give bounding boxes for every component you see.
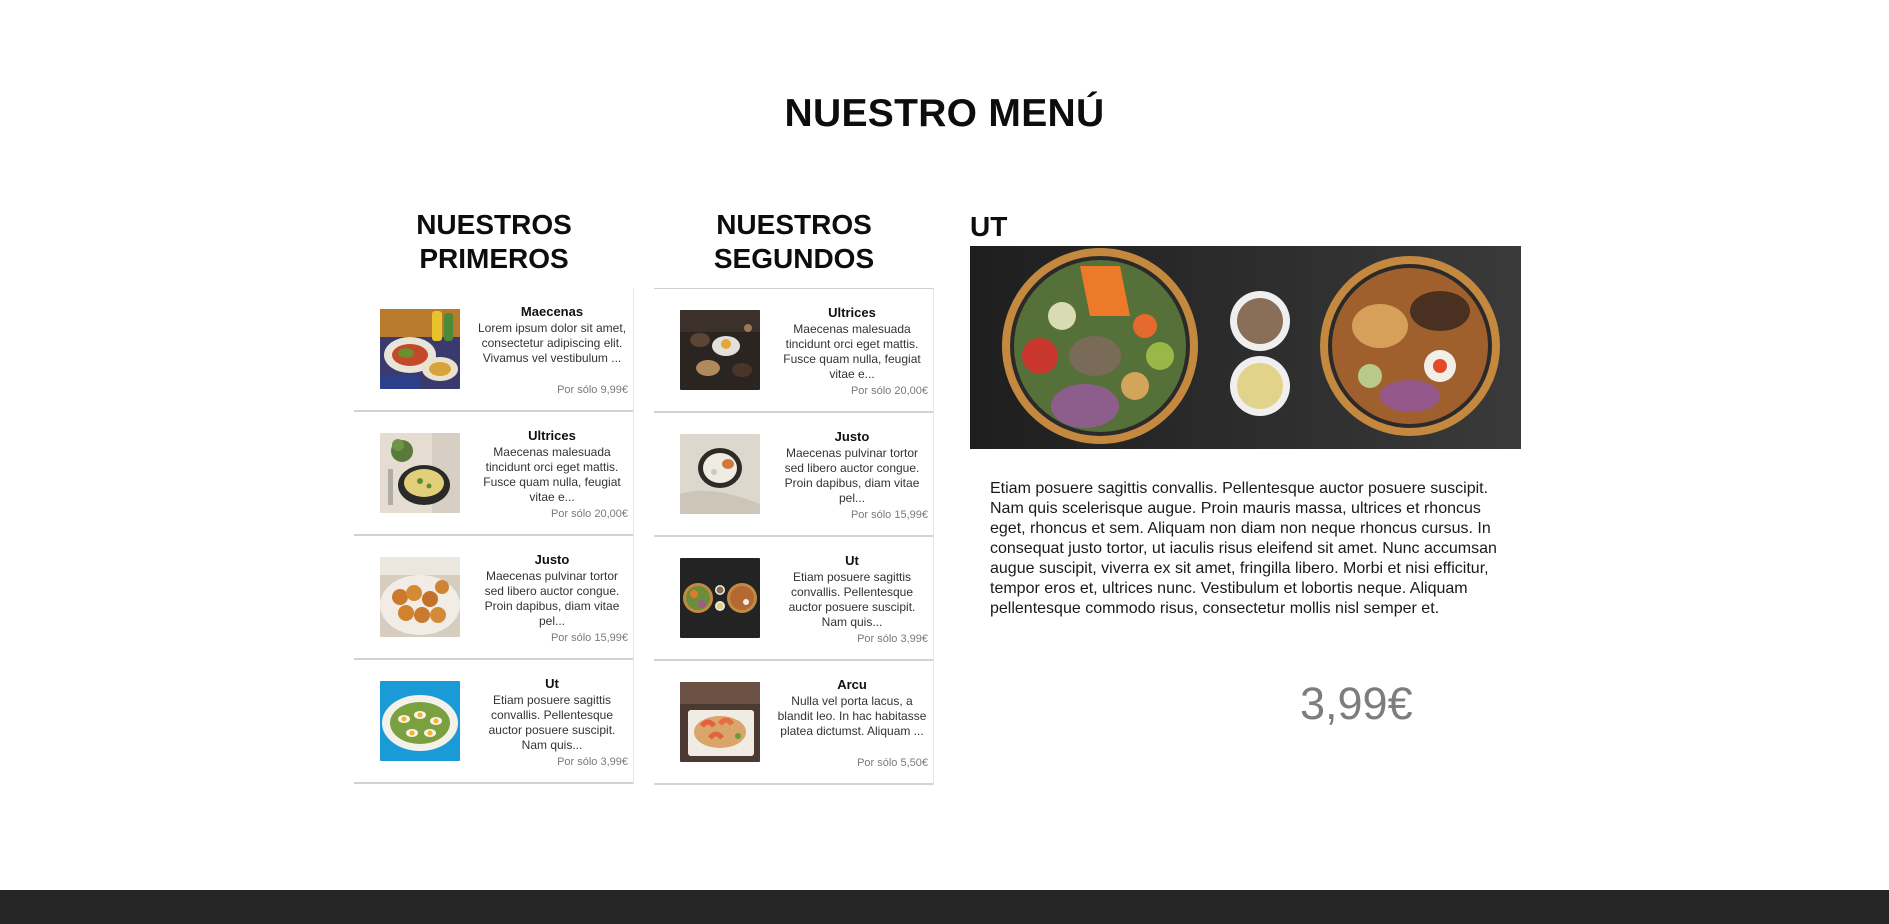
seconds-heading-line2: SEGUNDOS bbox=[713, 243, 875, 274]
soup-bowl-photo bbox=[380, 433, 460, 513]
item-description: Lorem ipsum dolor sit amet, consectetur … bbox=[477, 321, 627, 365]
item-description: Maecenas malesuada tincidunt orci eget m… bbox=[483, 445, 621, 504]
seconds-list: Ultrices Maecenas malesuada tincidunt or… bbox=[654, 288, 934, 785]
menu-item[interactable]: Justo Maecenas pulvinar tortor sed liber… bbox=[354, 536, 633, 660]
seconds-column: NUESTROS SEGUNDOS Ultrices Maecenas male… bbox=[654, 208, 934, 785]
firsts-list: Maecenas Lorem ipsum dolor sit amet, con… bbox=[354, 288, 634, 784]
item-price: Por sólo 5,50€ bbox=[857, 757, 928, 769]
seconds-heading: NUESTROS SEGUNDOS bbox=[654, 208, 934, 288]
item-info: Ultrices Maecenas malesuada tincidunt or… bbox=[776, 304, 928, 382]
mexican-dishes-photo bbox=[380, 309, 460, 389]
item-info: Maecenas Lorem ipsum dolor sit amet, con… bbox=[476, 303, 628, 366]
menu-item[interactable]: Arcu Nulla vel porta lacus, a blandit le… bbox=[654, 661, 933, 785]
item-name: Justo bbox=[534, 552, 570, 567]
item-description: Maecenas malesuada tincidunt orci eget m… bbox=[783, 322, 921, 381]
poke-bowls-photo bbox=[680, 558, 760, 638]
item-info: Ut Etiam posuere sagittis convallis. Pel… bbox=[776, 552, 928, 630]
fried-balls-photo bbox=[380, 557, 460, 637]
seconds-heading-line1: NUESTROS bbox=[716, 209, 872, 240]
detail-price: 3,99€ bbox=[1300, 678, 1413, 729]
menu-item[interactable]: Justo Maecenas pulvinar tortor sed liber… bbox=[654, 413, 933, 537]
page-title: NUESTRO MENÚ bbox=[784, 92, 1105, 135]
item-price: Por sólo 20,00€ bbox=[850, 385, 928, 397]
item-name: Maecenas bbox=[520, 304, 584, 319]
item-name: Ut bbox=[545, 676, 559, 691]
dish-detail: UT Etiam posuere sagittis convallis. Pel… bbox=[970, 208, 1521, 729]
item-price: Por sólo 3,99€ bbox=[857, 633, 928, 645]
firsts-heading-line2: PRIMEROS bbox=[419, 243, 569, 274]
rice-bowl-photo bbox=[680, 434, 760, 514]
menu-item[interactable]: Maecenas Lorem ipsum dolor sit amet, con… bbox=[354, 288, 633, 412]
item-info: Justo Maecenas pulvinar tortor sed liber… bbox=[476, 551, 628, 629]
poke-bowls-large-photo bbox=[970, 246, 1521, 449]
menu-item[interactable]: Ultrices Maecenas malesuada tincidunt or… bbox=[654, 289, 933, 413]
firsts-heading: NUESTROS PRIMEROS bbox=[354, 208, 634, 288]
egg-salad-photo bbox=[380, 681, 460, 761]
item-price: Por sólo 15,99€ bbox=[550, 632, 628, 644]
menu-item[interactable]: Ultrices Maecenas malesuada tincidunt or… bbox=[354, 412, 633, 536]
shrimp-noodles-photo bbox=[680, 682, 760, 762]
firsts-column: NUESTROS PRIMEROS Maecenas Lorem ipsum d… bbox=[354, 208, 634, 784]
item-description: Maecenas pulvinar tortor sed libero auct… bbox=[484, 569, 620, 628]
item-name: Arcu bbox=[837, 677, 867, 692]
footer-bar bbox=[0, 890, 1889, 924]
item-name: Ultrices bbox=[528, 428, 576, 443]
detail-title: UT bbox=[970, 211, 1008, 242]
menu-item[interactable]: Ut Etiam posuere sagittis convallis. Pel… bbox=[654, 537, 933, 661]
item-info: Ut Etiam posuere sagittis convallis. Pel… bbox=[476, 675, 628, 753]
item-price: Por sólo 20,00€ bbox=[550, 508, 628, 520]
item-price: Por sólo 9,99€ bbox=[557, 384, 628, 396]
item-info: Ultrices Maecenas malesuada tincidunt or… bbox=[476, 427, 628, 505]
dark-table-dishes-photo bbox=[680, 310, 760, 390]
item-info: Arcu Nulla vel porta lacus, a blandit le… bbox=[776, 676, 928, 739]
item-description: Maecenas pulvinar tortor sed libero auct… bbox=[784, 446, 920, 505]
item-description: Nulla vel porta lacus, a blandit leo. In… bbox=[777, 694, 927, 738]
detail-description: Etiam posuere sagittis convallis. Pellen… bbox=[990, 480, 1497, 617]
menu-page: NUESTRO MENÚ NUESTROS PRIMEROS Maecenas … bbox=[0, 0, 1889, 924]
item-description: Etiam posuere sagittis convallis. Pellen… bbox=[488, 693, 616, 752]
item-name: Justo bbox=[834, 429, 870, 444]
item-name: Ultrices bbox=[828, 305, 876, 320]
item-info: Justo Maecenas pulvinar tortor sed liber… bbox=[776, 428, 928, 506]
item-price: Por sólo 3,99€ bbox=[557, 756, 628, 768]
item-description: Etiam posuere sagittis convallis. Pellen… bbox=[788, 570, 916, 629]
item-name: Ut bbox=[845, 553, 859, 568]
menu-item[interactable]: Ut Etiam posuere sagittis convallis. Pel… bbox=[354, 660, 633, 784]
item-price: Por sólo 15,99€ bbox=[850, 509, 928, 521]
firsts-heading-line1: NUESTROS bbox=[416, 209, 572, 240]
